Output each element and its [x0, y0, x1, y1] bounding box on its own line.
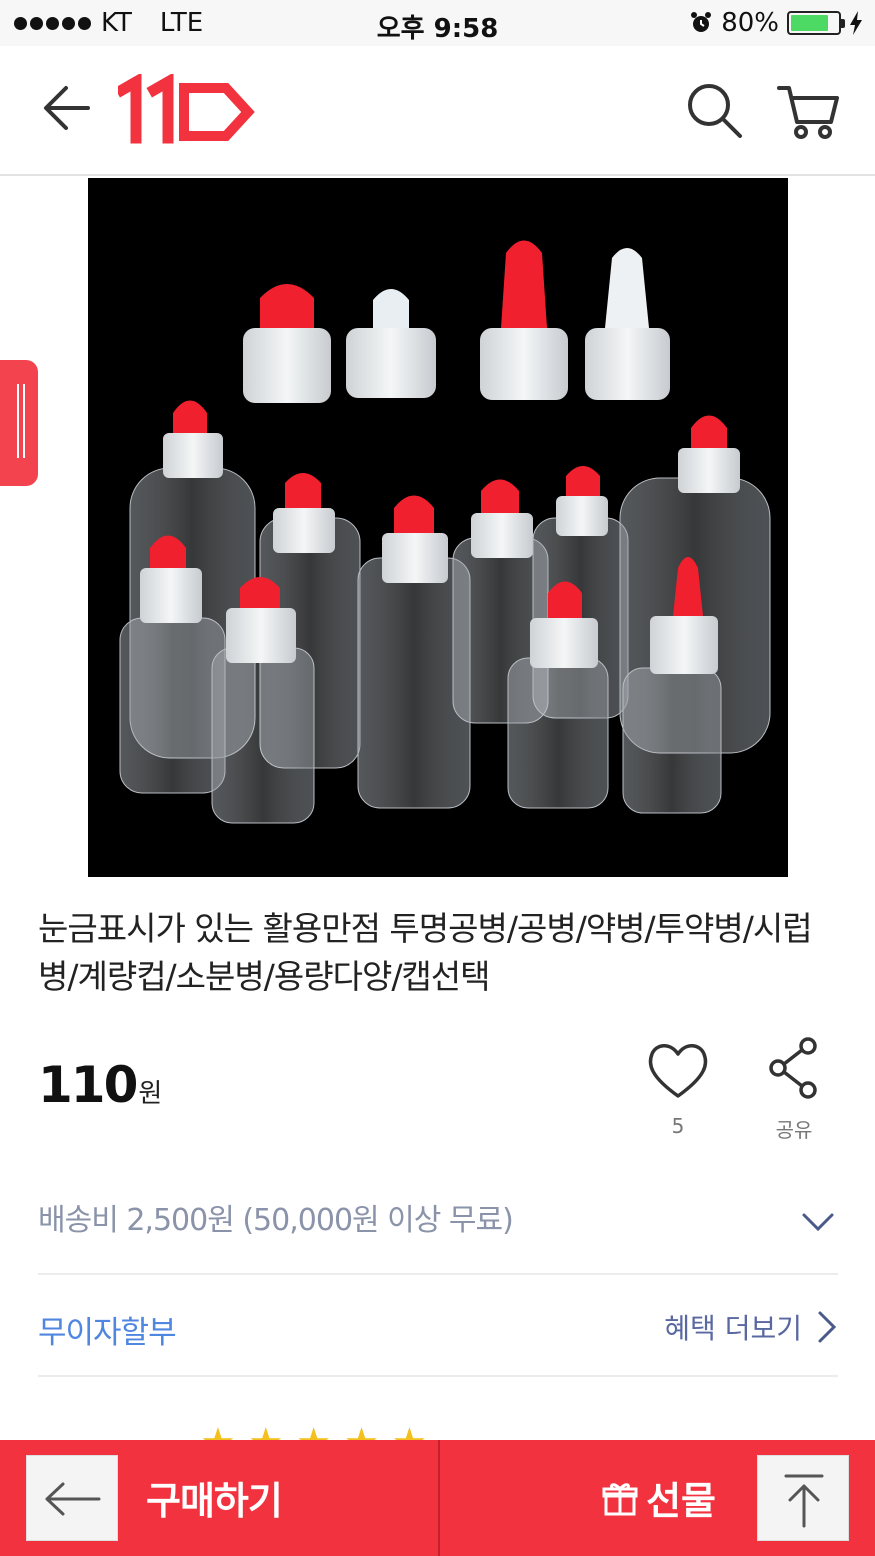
- app-header: [0, 46, 875, 176]
- bottom-action-bar: 구매하기 선물: [0, 1440, 875, 1556]
- status-bar: KT LTE 오후 9:58 80%: [0, 0, 875, 46]
- side-drawer-handle[interactable]: [0, 360, 38, 486]
- bottom-back-button[interactable]: [26, 1455, 118, 1541]
- price: 110 원: [38, 1056, 162, 1114]
- shipping-fee: 배송비 2,500원 (50,000원 이상 무료): [38, 1203, 514, 1238]
- arrow-up-icon: [784, 1474, 824, 1528]
- price-value: 110: [38, 1056, 138, 1114]
- back-arrow-icon: [44, 86, 90, 130]
- share-icon: [769, 1037, 817, 1099]
- installment-row: 무이자할부 혜택 더보기: [38, 1277, 838, 1377]
- charging-icon: [850, 11, 862, 35]
- product-title: 눈금표시가 있는 활용만점 투명공병/공병/약병/투약병/시럽병/계량컵/소분병…: [38, 909, 813, 996]
- logo-11st: [114, 72, 255, 144]
- installment-label: 무이자할부: [38, 1315, 177, 1351]
- chevron-down-icon: [802, 1213, 834, 1232]
- heart-icon: [648, 1044, 708, 1098]
- battery-percent: 80%: [721, 8, 779, 38]
- drawer-grip-icon: [17, 384, 25, 458]
- brand-logo[interactable]: [114, 72, 258, 146]
- cart-icon: [777, 86, 839, 139]
- share-label: 공유: [775, 1118, 813, 1142]
- battery-icon: [787, 11, 845, 35]
- search-icon: [688, 84, 742, 138]
- gift-label: 선물: [646, 1479, 716, 1523]
- alarm-icon: [691, 12, 712, 32]
- share-button[interactable]: 공유: [756, 1036, 832, 1146]
- bottles-illustration: [119, 240, 771, 824]
- like-button[interactable]: 5: [640, 1036, 716, 1146]
- gift-icon: [602, 1482, 638, 1515]
- gift-content: 선물: [602, 1470, 716, 1525]
- product-image[interactable]: [88, 178, 788, 877]
- status-right: 80%: [689, 8, 863, 38]
- back-arrow-icon: [45, 1482, 101, 1516]
- cart-button[interactable]: [775, 78, 841, 142]
- search-button[interactable]: [682, 78, 746, 142]
- gift-button[interactable]: 선물: [440, 1440, 756, 1556]
- shipping-row[interactable]: 배송비 2,500원 (50,000원 이상 무료): [38, 1185, 838, 1275]
- chevron-right-icon: [818, 1311, 837, 1343]
- benefits-more-label: 혜택 더보기: [664, 1312, 802, 1345]
- scroll-top-button[interactable]: [757, 1455, 849, 1541]
- like-count: 5: [671, 1114, 685, 1138]
- buy-button[interactable]: 구매하기: [118, 1440, 438, 1556]
- price-unit: 원: [138, 1079, 163, 1109]
- buy-label: 구매하기: [146, 1479, 283, 1523]
- benefits-more-link[interactable]: 혜택 더보기: [664, 1307, 838, 1347]
- back-button[interactable]: [38, 78, 98, 138]
